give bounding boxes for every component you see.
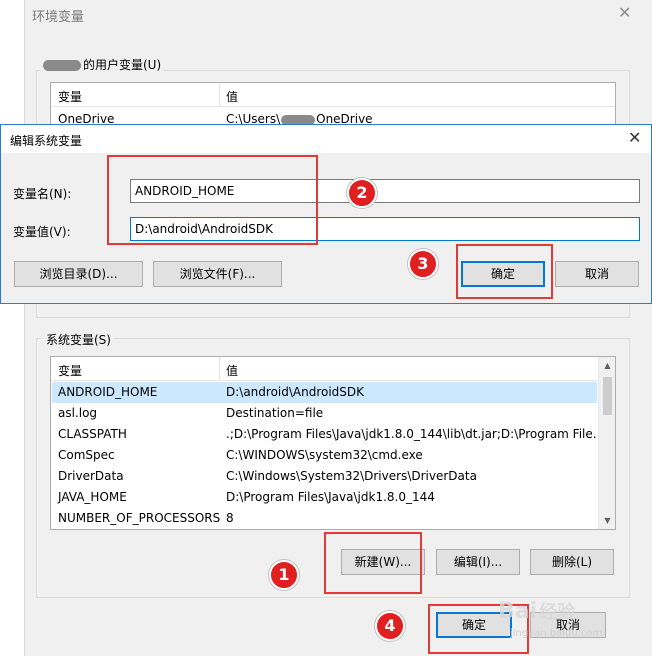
system-var-name: NUMBER_OF_PROCESSORS	[58, 511, 221, 525]
system-var-name: CLASSPATH	[58, 427, 127, 441]
blurred-username	[43, 60, 81, 71]
system-var-value: D:\android\AndroidSDK	[226, 385, 365, 399]
system-var-row[interactable]: NUMBER_OF_PROCESSORS 8	[52, 508, 597, 529]
system-var-value: Destination=file	[226, 406, 324, 420]
browse-file-button[interactable]: 浏览文件(F)...	[153, 261, 282, 287]
scroll-up-icon[interactable]: ▲	[599, 357, 615, 374]
user-vars-legend: 的用户变量(U)	[40, 56, 165, 73]
system-vars-scrollbar[interactable]: ▲ ▼	[598, 357, 615, 529]
system-vars-list[interactable]: 变量 值 ANDROID_HOME D:\android\AndroidSDK …	[50, 356, 616, 530]
variable-name-label: 变量名(N):	[13, 187, 72, 201]
system-var-row[interactable]: CLASSPATH .;D:\Program Files\Java\jdk1.8…	[52, 424, 604, 445]
edit-cancel-button[interactable]: 取消	[555, 261, 639, 287]
user-vars-list[interactable]: 变量 值 OneDrive C:\Users\ OneDrive	[50, 82, 616, 126]
system-var-value: .;D:\Program Files\Java\jdk1.8.0_144\lib…	[226, 427, 605, 441]
edit-dialog-titlebar: 编辑系统变量 ✕	[1, 125, 651, 153]
system-col-value[interactable]: 值	[226, 362, 238, 379]
system-var-row[interactable]: ANDROID_HOME D:\android\AndroidSDK	[52, 382, 597, 403]
delete-button[interactable]: 删除(L)	[530, 549, 614, 575]
env-window-title: 环境变量	[32, 10, 85, 25]
step-badge-3: 3	[408, 249, 438, 279]
edit-close-icon[interactable]: ✕	[628, 128, 641, 147]
system-var-row[interactable]: ComSpec C:\WINDOWS\system32\cmd.exe	[52, 445, 597, 466]
baidu-watermark-url: jingyan.baidu.com	[510, 628, 603, 639]
edit-dialog-title: 编辑系统变量	[10, 134, 83, 148]
system-var-row[interactable]: JAVA_HOME D:\Program Files\Java\jdk1.8.0…	[52, 487, 597, 508]
system-vars-header: 变量 值	[51, 357, 615, 381]
column-separator	[219, 357, 220, 380]
system-var-value: C:\Windows\System32\Drivers\DriverData	[226, 469, 477, 483]
column-separator	[219, 83, 220, 106]
step-badge-1: 1	[269, 560, 299, 590]
dialog-residual-strip	[36, 304, 630, 318]
system-var-name: asl.log	[58, 406, 98, 420]
baidu-watermark: Bai 经验	[498, 599, 576, 624]
step-badge-4: 4	[375, 611, 405, 641]
system-var-name: ComSpec	[58, 448, 115, 462]
system-var-value: 8	[226, 511, 234, 525]
system-var-name: JAVA_HOME	[58, 490, 127, 504]
system-var-row[interactable]: DriverData C:\Windows\System32\Drivers\D…	[52, 466, 597, 487]
step-badge-2: 2	[347, 178, 377, 208]
highlight-name-value-box	[107, 155, 318, 245]
env-close-icon[interactable]: ✕	[618, 3, 631, 22]
highlight-new-button-box	[324, 532, 422, 594]
edit-button[interactable]: 编辑(I)...	[436, 549, 520, 575]
variable-value-label: 变量值(V):	[13, 225, 71, 239]
system-var-row[interactable]: asl.log Destination=file	[52, 403, 597, 424]
user-col-variable[interactable]: 变量	[58, 88, 82, 105]
system-var-value: D:\Program Files\Java\jdk1.8.0_144	[226, 490, 435, 504]
browse-directory-button[interactable]: 浏览目录(D)...	[14, 261, 143, 287]
user-vars-header: 变量 值	[51, 83, 615, 107]
system-col-variable[interactable]: 变量	[58, 362, 82, 379]
system-vars-legend: 系统变量(S)	[43, 331, 114, 348]
system-var-value: C:\WINDOWS\system32\cmd.exe	[226, 448, 423, 462]
system-var-name: ANDROID_HOME	[58, 385, 158, 399]
blurred-username	[281, 114, 316, 125]
user-col-value[interactable]: 值	[226, 88, 238, 105]
scrollbar-thumb[interactable]	[603, 377, 612, 415]
system-var-name: DriverData	[58, 469, 124, 483]
highlight-edit-ok-box	[456, 244, 553, 299]
scroll-down-icon[interactable]: ▼	[599, 512, 615, 529]
user-vars-legend-text: 的用户变量(U)	[83, 58, 162, 72]
